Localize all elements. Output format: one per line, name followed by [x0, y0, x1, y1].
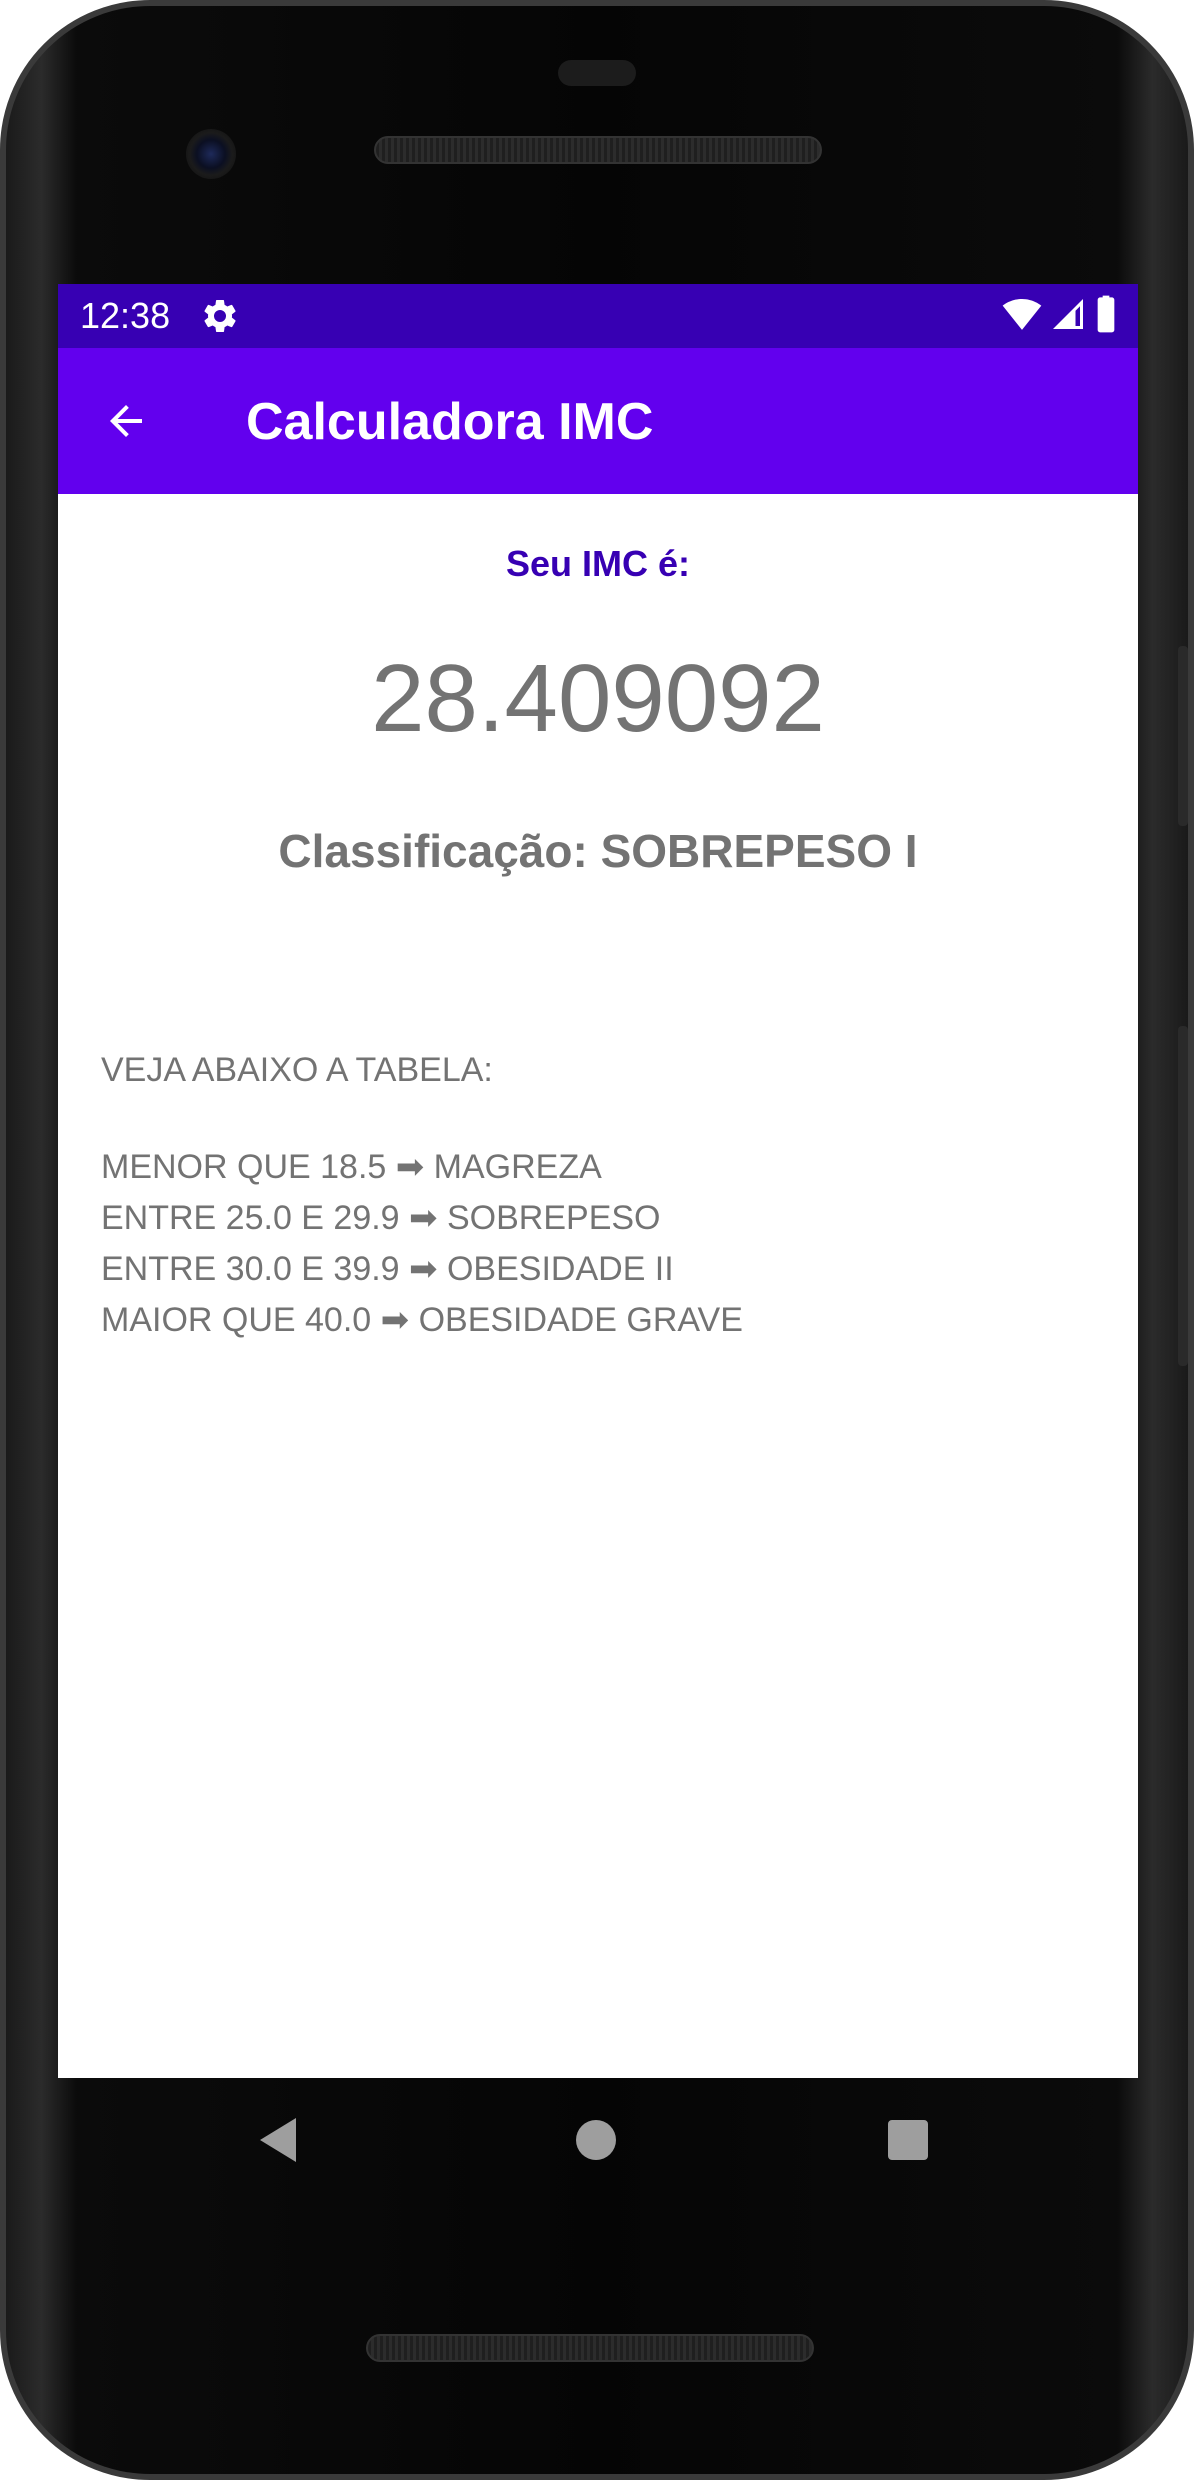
phone-frame: 12:38 Calculadora IMC Seu IMC é: 28.4090… [0, 0, 1194, 2480]
table-row: ENTRE 30.0 E 39.9 ➡ OBESIDADE II [101, 1250, 674, 1288]
screen: 12:38 Calculadora IMC Seu IMC é: 28.4090… [58, 284, 1138, 2078]
table-row: MENOR QUE 18.5 ➡ MAGREZA [101, 1148, 602, 1186]
power-button [1178, 646, 1188, 826]
status-time: 12:38 [80, 295, 171, 336]
classification-table: MENOR QUE 18.5 ➡ MAGREZA ENTRE 25.0 E 29… [101, 1142, 743, 1346]
navigation-bar [58, 2078, 1138, 2204]
bottom-speaker-grille [366, 2334, 814, 2362]
home-circle-icon[interactable] [576, 2120, 616, 2160]
table-heading: VEJA ABAIXO A TABELA: [101, 1051, 493, 1089]
recents-square-icon[interactable] [888, 2120, 928, 2160]
table-row: ENTRE 25.0 E 29.9 ➡ SOBREPESO [101, 1199, 661, 1237]
gear-icon [200, 296, 240, 336]
back-arrow-icon[interactable] [102, 397, 150, 445]
imc-label: Seu IMC é: [505, 543, 691, 584]
imc-value: 28.409092 [371, 645, 825, 752]
status-icons [1002, 294, 1118, 339]
back-triangle-icon[interactable] [260, 2118, 296, 2162]
earpiece [558, 60, 636, 86]
wifi-icon [1002, 294, 1042, 339]
table-row: MAIOR QUE 40.0 ➡ OBESIDADE GRAVE [101, 1301, 743, 1339]
app-bar: Calculadora IMC [58, 348, 1138, 494]
classification-text: Classificação: SOBREPESO I [278, 825, 918, 877]
page-title: Calculadora IMC [246, 393, 654, 451]
battery-icon [1094, 294, 1118, 339]
status-bar: 12:38 [58, 284, 1138, 348]
volume-button [1178, 1026, 1188, 1366]
top-speaker-grille [374, 136, 822, 164]
signal-icon [1050, 296, 1086, 337]
front-camera [186, 129, 236, 179]
